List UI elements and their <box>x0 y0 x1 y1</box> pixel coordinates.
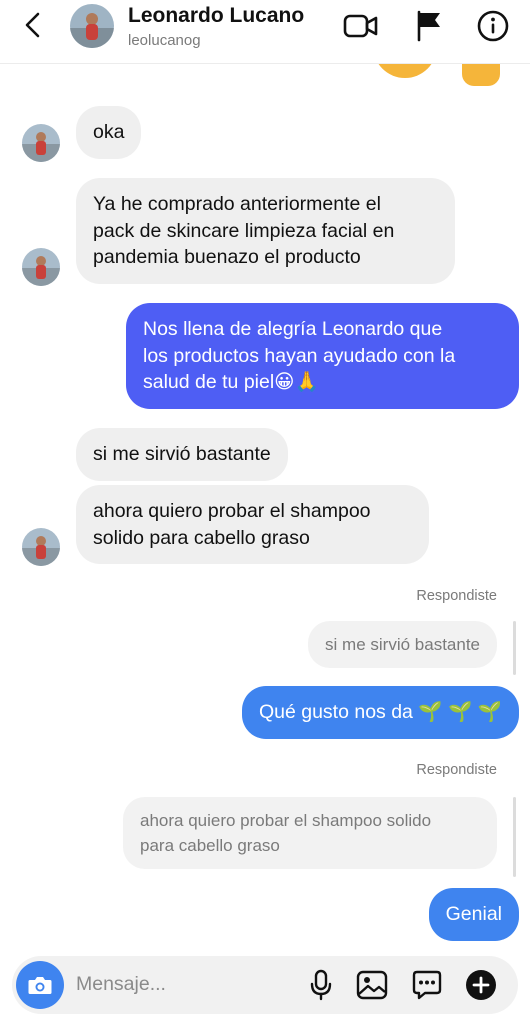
quoted-message[interactable]: ahora quiero probar el shampoo solido pa… <box>123 797 497 869</box>
outgoing-message[interactable]: Nos llena de alegría Leonardo que los pr… <box>126 303 519 409</box>
contact-avatar-small[interactable] <box>22 248 60 286</box>
quoted-message[interactable]: si me sirvió bastante <box>308 621 497 668</box>
outgoing-reply-message[interactable]: Qué gusto nos da 🌱 🌱 🌱 <box>241 686 519 739</box>
back-chevron-icon[interactable] <box>18 8 48 42</box>
incoming-message[interactable]: si me sirvió bastante <box>76 428 288 481</box>
contact-avatar-small[interactable] <box>22 124 60 162</box>
reply-indicator-bar <box>513 797 516 877</box>
contact-name[interactable]: Leonardo Lucano <box>128 4 304 28</box>
incoming-message[interactable]: oka <box>76 106 142 159</box>
sticker-icon[interactable] <box>410 968 444 1002</box>
plus-icon[interactable] <box>464 968 498 1002</box>
contact-username[interactable]: leolucanog <box>128 32 201 49</box>
chat-header: Leonardo Lucano leolucanog <box>0 0 530 64</box>
contact-avatar-small[interactable] <box>22 528 60 566</box>
video-call-icon[interactable] <box>343 8 379 44</box>
outgoing-reply-message[interactable]: Genial <box>428 888 519 941</box>
contact-avatar[interactable] <box>70 4 114 48</box>
gallery-icon[interactable] <box>355 968 389 1002</box>
message-input[interactable]: Mensaje... <box>76 973 166 996</box>
message-composer: Mensaje... <box>12 956 518 1014</box>
reply-indicator-bar <box>513 621 516 675</box>
microphone-icon[interactable] <box>304 968 338 1002</box>
incoming-message[interactable]: ahora quiero probar el shampoo solido pa… <box>76 485 429 564</box>
info-icon[interactable] <box>475 8 511 44</box>
replied-label: Respondiste <box>416 588 497 604</box>
camera-icon[interactable] <box>16 961 64 1009</box>
replied-label: Respondiste <box>416 762 497 778</box>
incoming-message[interactable]: Ya he comprado anteriormente el pack de … <box>76 178 455 284</box>
flag-icon[interactable] <box>411 8 447 44</box>
